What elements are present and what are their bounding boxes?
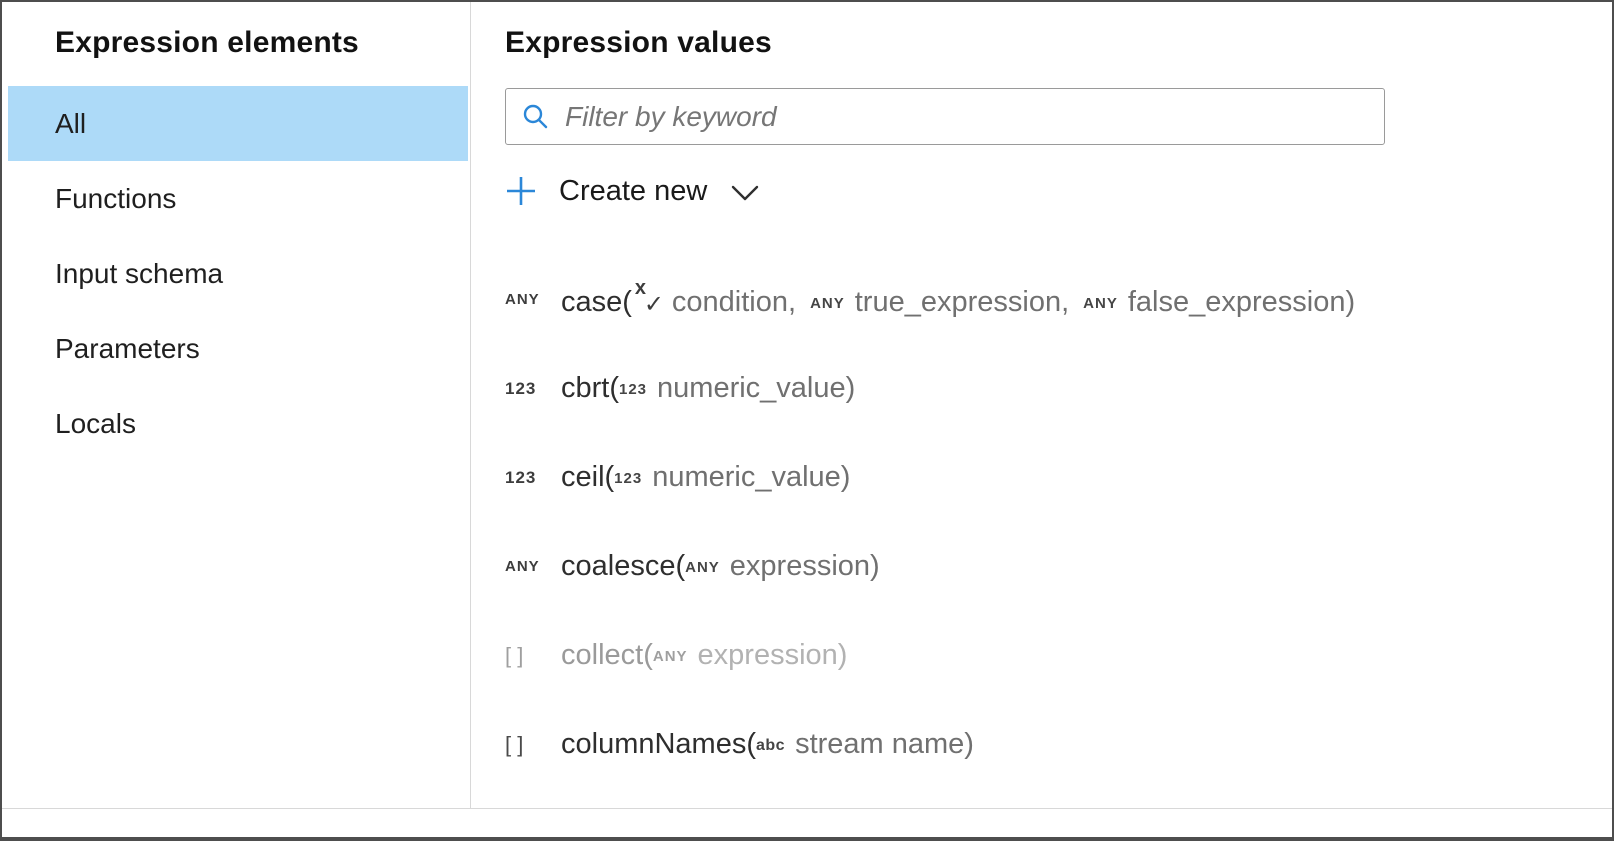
function-name: cbrt( bbox=[561, 372, 619, 404]
function-row-collect[interactable]: [ ]collect(ANY expression) bbox=[505, 611, 1614, 700]
function-signature: columnNames(abc stream name) bbox=[561, 728, 974, 761]
function-row-case[interactable]: ANYcase(x✓condition,ANYtrue_expression,A… bbox=[505, 255, 1614, 344]
expression-elements-title: Expression elements bbox=[2, 2, 470, 60]
function-arg: numeric_value) bbox=[652, 461, 850, 493]
function-row-columnNames[interactable]: [ ]columnNames(abc stream name) bbox=[505, 700, 1614, 789]
expression-builder-dialog: Expression elements AllFunctionsInput sc… bbox=[0, 0, 1614, 841]
return-type-badge-num: 123 bbox=[505, 468, 561, 488]
return-type-badge-array: [ ] bbox=[505, 732, 561, 758]
function-list: ANYcase(x✓condition,ANYtrue_expression,A… bbox=[505, 255, 1614, 789]
filter-search-box bbox=[505, 88, 1385, 145]
sidebar-item-parameters[interactable]: Parameters bbox=[8, 311, 468, 386]
return-type-badge-any: ANY bbox=[505, 291, 561, 308]
return-type-badge-any: ANY bbox=[505, 558, 561, 575]
function-arg: stream name) bbox=[795, 728, 974, 760]
boolean-type-icon: x✓ bbox=[632, 281, 664, 317]
function-signature: cbrt(123 numeric_value) bbox=[561, 372, 855, 405]
plus-icon bbox=[505, 175, 537, 207]
chevron-down-icon bbox=[731, 185, 759, 202]
function-name: collect( bbox=[561, 639, 653, 671]
dialog-footer bbox=[2, 808, 1612, 838]
function-signature: case(x✓condition, ANY true_expression, ANY f… bbox=[561, 281, 1355, 319]
arg-type-badge-any: ANY bbox=[810, 295, 845, 312]
search-icon bbox=[522, 103, 549, 130]
function-row-coalesce[interactable]: ANYcoalesce(ANY expression) bbox=[505, 522, 1614, 611]
function-signature: collect(ANY expression) bbox=[561, 639, 847, 672]
sidebar-item-all[interactable]: All bbox=[8, 86, 468, 161]
function-arg: expression) bbox=[698, 639, 848, 671]
arg-type-badge-any: ANY bbox=[685, 559, 720, 576]
function-arg: true_expression, bbox=[855, 286, 1069, 318]
create-new-label: Create new bbox=[559, 175, 707, 208]
function-name: case( bbox=[561, 286, 632, 318]
filter-keyword-input[interactable] bbox=[563, 88, 1370, 145]
function-signature: ceil(123 numeric_value) bbox=[561, 461, 850, 494]
return-type-badge-array: [ ] bbox=[505, 643, 561, 669]
sidebar-item-locals[interactable]: Locals bbox=[8, 386, 468, 461]
sidebar-item-functions[interactable]: Functions bbox=[8, 161, 468, 236]
function-arg: condition, bbox=[672, 286, 796, 318]
arg-type-badge-num: 123 bbox=[619, 381, 647, 398]
function-name: ceil( bbox=[561, 461, 614, 493]
function-arg: false_expression) bbox=[1128, 286, 1355, 318]
arg-type-badge-str: abc bbox=[756, 737, 785, 755]
function-name: columnNames( bbox=[561, 728, 756, 760]
function-row-cbrt[interactable]: 123cbrt(123 numeric_value) bbox=[505, 344, 1614, 433]
function-arg: numeric_value) bbox=[657, 372, 855, 404]
function-row-ceil[interactable]: 123ceil(123 numeric_value) bbox=[505, 433, 1614, 522]
function-arg: expression) bbox=[730, 550, 880, 582]
function-name: coalesce( bbox=[561, 550, 685, 582]
arg-type-badge-any: ANY bbox=[1083, 295, 1118, 312]
return-type-badge-num: 123 bbox=[505, 379, 561, 399]
expression-elements-nav: AllFunctionsInput schemaParametersLocals bbox=[2, 86, 470, 461]
expression-elements-panel: Expression elements AllFunctionsInput sc… bbox=[2, 2, 471, 808]
create-new-button[interactable]: Create new bbox=[505, 169, 759, 213]
expression-values-panel: Expression values Create new ANYcase(x✓c… bbox=[471, 2, 1614, 808]
arg-type-badge-num: 123 bbox=[614, 470, 642, 487]
arg-type-badge-any: ANY bbox=[653, 648, 688, 665]
function-signature: coalesce(ANY expression) bbox=[561, 550, 880, 583]
sidebar-item-input-schema[interactable]: Input schema bbox=[8, 236, 468, 311]
expression-values-title: Expression values bbox=[471, 2, 1614, 60]
